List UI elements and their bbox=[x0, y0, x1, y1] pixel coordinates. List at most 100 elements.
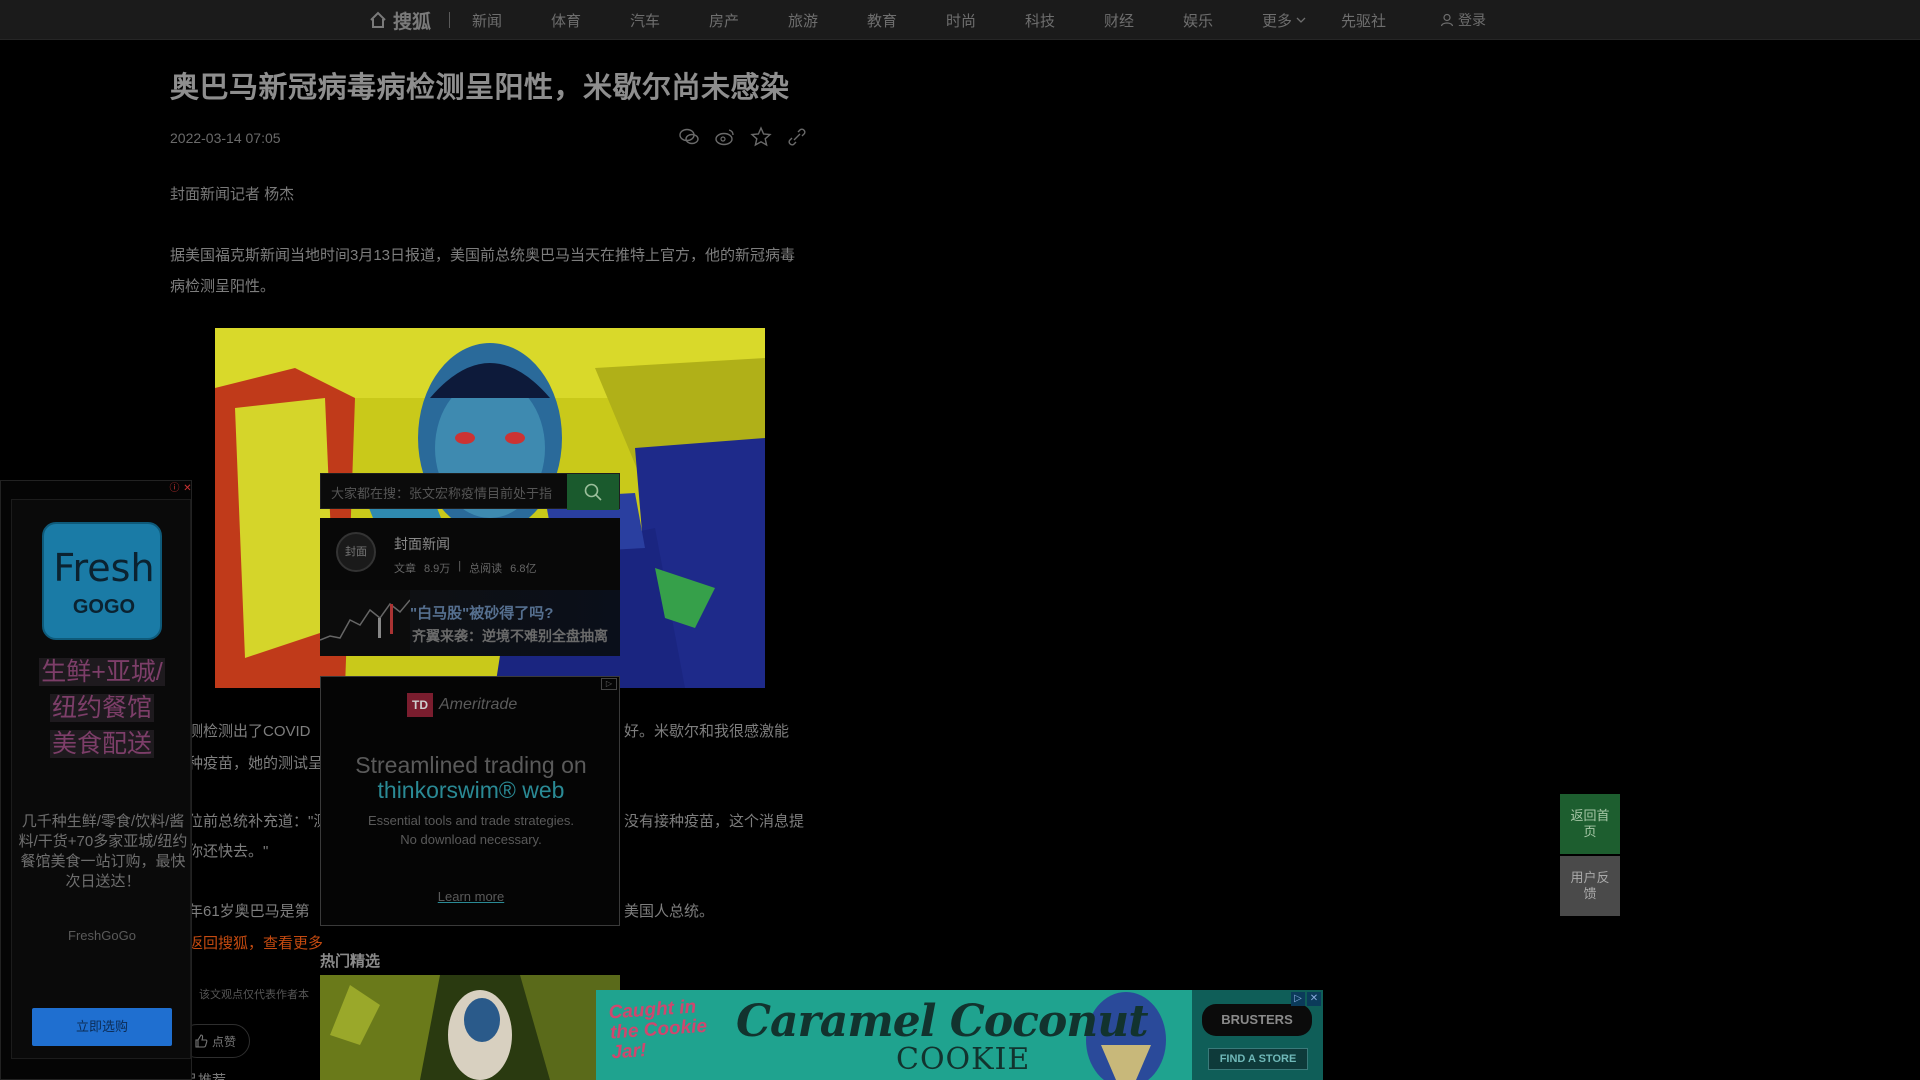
article-paragraph-2-right: 好。米歇尔和我很感激能 bbox=[624, 723, 790, 740]
link-icon[interactable] bbox=[786, 126, 808, 148]
article-title: 奥巴马新冠病毒病检测呈阳性，米歇尔尚未感染 bbox=[170, 72, 790, 104]
nav-item-education[interactable]: 教育 bbox=[867, 10, 946, 31]
td-subtext: Essential tools and trade strategies. No… bbox=[321, 811, 621, 849]
td-logo-name: Ameritrade bbox=[439, 696, 518, 713]
promo-line-2: 齐翼来袭：逆境不难别全盘抽离 bbox=[412, 628, 608, 644]
author-card[interactable]: 封面 封面新闻 文章 8.9万 | 总阅读 6.8亿 bbox=[320, 518, 620, 590]
logo-gogo-text: GOGO bbox=[72, 596, 136, 618]
user-feedback-button[interactable]: 用户反馈 bbox=[1560, 856, 1620, 916]
article-paragraph-6-left: 年61岁奥巴马是第 bbox=[188, 903, 310, 920]
weibo-icon[interactable] bbox=[714, 126, 736, 148]
nav-inner: 搜狐 新闻 体育 汽车 房产 旅游 教育 时尚 科技 财经 娱乐 更多 先驱社 bbox=[368, 0, 1420, 40]
ad-controls: ⓘ ✕ bbox=[169, 483, 193, 494]
search-button[interactable] bbox=[567, 474, 619, 510]
user-icon bbox=[1440, 13, 1454, 27]
article-paragraph-4-left: 位前总统补充道："测 bbox=[188, 813, 329, 830]
nav-home-link[interactable]: 搜狐 bbox=[368, 7, 431, 34]
ad-headline-line-2: 纽约餐馆 bbox=[49, 694, 154, 722]
banner-ad-choices-icon[interactable]: ▷ bbox=[1291, 992, 1305, 1006]
banner-main-text: Caramel Coconut bbox=[736, 996, 1149, 1047]
home-icon bbox=[370, 11, 386, 28]
publish-date: 2022-03-14 07:05 bbox=[170, 129, 281, 146]
author-name: 封面新闻 bbox=[394, 536, 450, 552]
like-label: 点赞 bbox=[211, 1034, 236, 1049]
hot-picks-image[interactable] bbox=[320, 975, 620, 1080]
reads-label: 总阅读 bbox=[469, 563, 503, 575]
td-headline-2: thinkorswim® web bbox=[377, 777, 565, 803]
logo-gogo: GOGO bbox=[52, 596, 156, 619]
article-paragraph-1: 据美国福克斯新闻当地时间3月13日报道，美国前总统奥巴马当天在推特上官方，他的新… bbox=[170, 247, 796, 295]
article-header: 奥巴马新冠病毒病检测呈阳性，米歇尔尚未感染 2022-03-14 07:05 bbox=[170, 70, 810, 162]
articles-label: 文章 bbox=[394, 563, 416, 575]
chevron-down-icon bbox=[1296, 17, 1306, 23]
reads-count: 6.8亿 bbox=[510, 563, 537, 575]
back-to-home-button[interactable]: 返回首页 bbox=[1560, 794, 1620, 854]
nav-home-label: 搜狐 bbox=[393, 11, 432, 33]
nav-item-auto[interactable]: 汽车 bbox=[630, 10, 709, 31]
wechat-icon[interactable] bbox=[678, 126, 700, 148]
stats-divider: | bbox=[458, 560, 462, 572]
nav-item-sports[interactable]: 体育 bbox=[551, 10, 630, 31]
nav-more-dropdown[interactable]: 更多 bbox=[1262, 10, 1341, 31]
banner-caught-text: Caught in the Cookie Jar! bbox=[607, 996, 708, 1064]
article-byline: 封面新闻记者 杨杰 bbox=[170, 186, 295, 203]
ad-brand-name: FreshGoGo bbox=[68, 928, 136, 943]
bottom-banner-ad[interactable]: Caught in the Cookie Jar! Caramel Coconu… bbox=[596, 990, 1323, 1080]
ad-headline-line-3: 美食配送 bbox=[49, 730, 154, 758]
banner-ad-controls: ▷ ✕ bbox=[1291, 992, 1321, 1006]
logo-word: Fresh bbox=[53, 546, 155, 590]
star-icon[interactable] bbox=[750, 125, 772, 148]
article-paragraph-2-left: 测检测出了COVID bbox=[188, 723, 311, 740]
ad-card: Fresh GOGO 生鲜+亚城/ 纽约餐馆 美食配送 几千种生鲜/零食/饮料/… bbox=[11, 499, 191, 1059]
nav-item-tech[interactable]: 科技 bbox=[1025, 10, 1104, 31]
find-a-store-button[interactable]: FIND A STORE bbox=[1208, 1048, 1308, 1070]
banner-brand-logo: BRUSTERS bbox=[1202, 1004, 1312, 1036]
stock-chart-thumbnail bbox=[320, 590, 411, 656]
hot-picks-thumbnail bbox=[320, 975, 620, 1080]
author-stats: 文章 8.9万 | 总阅读 6.8亿 bbox=[394, 560, 536, 576]
article-meta: 2022-03-14 07:05 bbox=[170, 122, 810, 162]
promo-banner[interactable]: "白马股"被砂得了吗? 齐翼来袭：逆境不难别全盘抽离 bbox=[320, 590, 620, 656]
nav-item-fashion[interactable]: 时尚 bbox=[946, 10, 1025, 31]
top-nav: 搜狐 新闻 体育 汽车 房产 旅游 教育 时尚 科技 财经 娱乐 更多 先驱社 … bbox=[0, 0, 1920, 40]
nav-item-house[interactable]: 房产 bbox=[709, 10, 788, 31]
hot-picks-title: 热门精选 bbox=[320, 953, 381, 970]
td-logo-box: TD bbox=[407, 693, 433, 717]
nav-divider bbox=[449, 12, 451, 28]
login-link[interactable]: 登录 bbox=[1440, 0, 1486, 40]
articles-count: 8.9万 bbox=[424, 563, 451, 575]
banner-cookie-text: COOKIE bbox=[896, 1042, 1031, 1077]
td-headline-1: Streamlined trading on bbox=[355, 752, 587, 778]
nav-item-news[interactable]: 新闻 bbox=[472, 10, 551, 31]
ad-cta-button[interactable]: 立即选购 bbox=[32, 1008, 172, 1046]
article-paragraph-6-right: 美国人总统。 bbox=[624, 903, 715, 920]
search-bar[interactable]: 大家都在搜：张文宏称疫情目前处于指 bbox=[320, 473, 620, 510]
share-bar bbox=[678, 125, 808, 148]
search-icon bbox=[584, 483, 602, 501]
td-subtext-2: No download necessary. bbox=[400, 832, 542, 847]
author-avatar: 封面 bbox=[336, 532, 376, 572]
ad-close-icon[interactable]: ✕ bbox=[182, 483, 193, 494]
banner-close-icon[interactable]: ✕ bbox=[1307, 992, 1321, 1006]
td-ameritrade-ad[interactable]: ▷ TD Ameritrade Streamlined trading on t… bbox=[320, 676, 620, 926]
td-logo: TD Ameritrade bbox=[407, 693, 517, 717]
td-learn-more-link[interactable]: Learn more bbox=[321, 889, 621, 904]
nav-item-entertainment[interactable]: 娱乐 bbox=[1183, 10, 1262, 31]
ad-info-icon[interactable]: ⓘ bbox=[169, 483, 180, 494]
login-label: 登录 bbox=[1458, 12, 1486, 28]
ad-choices-icon[interactable]: ▷ bbox=[601, 678, 617, 690]
article-paragraph-3-left: 种疫苗，她的测试呈 bbox=[188, 755, 324, 772]
article-paragraph-4-right: 没有接种疫苗，这个消息提 bbox=[624, 813, 805, 830]
nav-item-finance[interactable]: 财经 bbox=[1104, 10, 1183, 31]
disclaimer-text: ：该文观点仅代表作者本 bbox=[188, 989, 309, 1001]
search-input[interactable]: 大家都在搜：张文宏称疫情目前处于指 bbox=[331, 483, 571, 502]
article-paragraph-5-left: 你还快去。" bbox=[188, 843, 269, 860]
ad-body-text: 几千种生鲜/零食/饮料/酱料/干货+70多家亚城/纽约餐馆美食一站订购，最快次日… bbox=[18, 813, 188, 890]
back-to-sohu-link[interactable]: 返回搜狐，查看更多 bbox=[188, 932, 323, 953]
nav-item-travel[interactable]: 旅游 bbox=[788, 10, 867, 31]
left-sidebar-ad[interactable]: ⓘ ✕ Fresh GOGO 生鲜+亚城/ 纽约餐馆 美食配送 几千种生鲜/零食… bbox=[0, 480, 192, 1080]
thumbs-up-icon bbox=[195, 1034, 208, 1048]
nav-more-label: 更多 bbox=[1262, 12, 1293, 30]
ad-headline-line-1: 生鲜+亚城/ bbox=[39, 658, 165, 686]
nav-item-extra[interactable]: 先驱社 bbox=[1341, 10, 1420, 31]
